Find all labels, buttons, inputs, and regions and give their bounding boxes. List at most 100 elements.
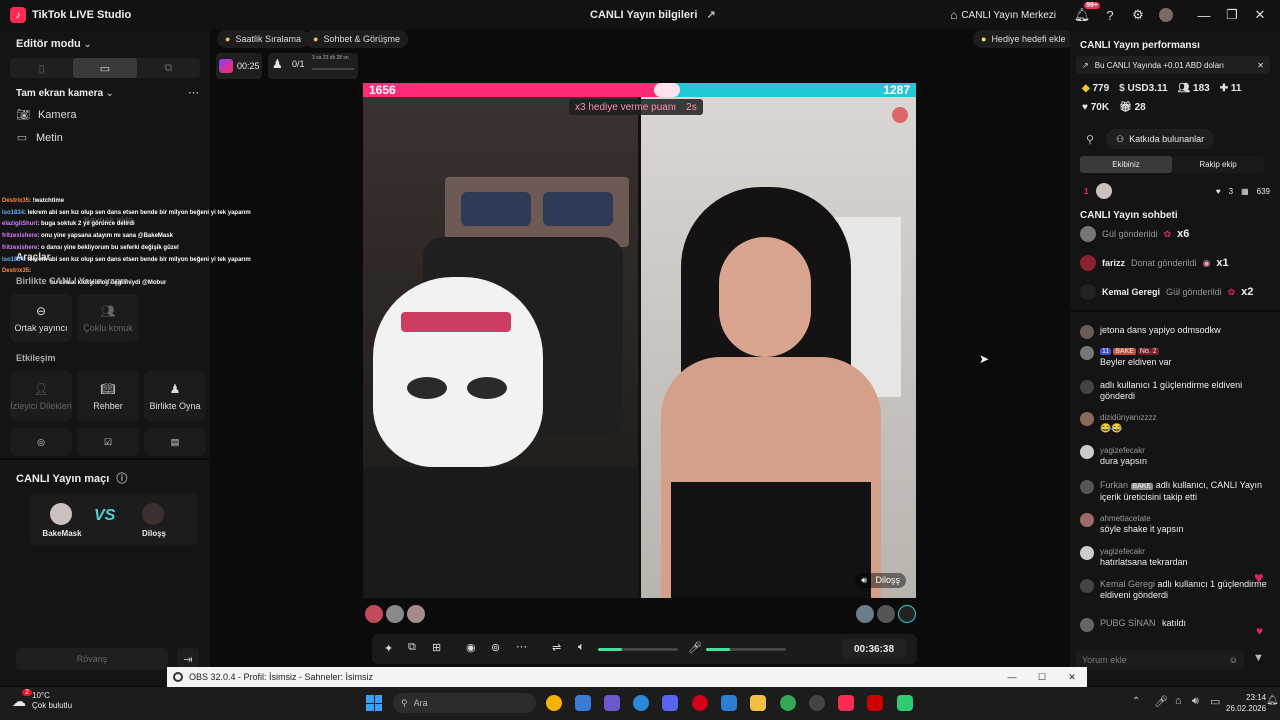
chat-message[interactable]: jetona dans yapiyo odmsodkw <box>1080 325 1275 339</box>
multi-mode-icon[interactable]: ⧉ <box>137 58 200 78</box>
minimize-icon[interactable]: — <box>1190 0 1218 30</box>
sliders-icon[interactable]: ⇌ <box>552 641 561 654</box>
more-icon[interactable]: ⋯ <box>516 640 527 653</box>
obs-icon[interactable] <box>809 695 825 711</box>
source-text[interactable]: ▭ Metin <box>16 131 63 145</box>
store-icon[interactable] <box>575 695 591 711</box>
speaker-volume-slider[interactable] <box>598 648 678 651</box>
notification-icon[interactable]: 🔔︎ <box>1266 695 1279 706</box>
opera-icon[interactable] <box>692 695 708 711</box>
play-together-button[interactable]: ♟ Birlikte Oyna <box>144 371 206 421</box>
maximize-icon[interactable]: ☐ <box>1027 672 1057 683</box>
close-icon[interactable]: ✕ <box>1257 61 1264 70</box>
settings-gear-icon[interactable]: ⚙ <box>1124 0 1152 30</box>
chrome-alt-icon[interactable] <box>780 695 796 711</box>
stream-preview[interactable]: 🔊︎ Diloşş 1656 1287 x3 hediye verme puan… <box>363 83 916 598</box>
tool-more-3[interactable]: ▤ <box>144 428 206 456</box>
chat-meet-button[interactable]: ● Sohbet & Görüşme <box>305 30 408 48</box>
chat-message[interactable]: dizidünyanızzzz 😂😂 <box>1080 412 1275 434</box>
tool-more-1[interactable]: ◎ <box>10 428 72 456</box>
live-info-title[interactable]: CANLI Yayın bilgileri ↗ <box>590 8 716 21</box>
teams-icon[interactable] <box>604 695 620 711</box>
contributor-rank-row[interactable]: 1 ♥ 3 ▦ 639 <box>1084 183 1270 199</box>
app-icon[interactable] <box>897 695 913 711</box>
chat-message[interactable]: Furkan BAKE adlı kullanıcı, CANLI Yayın … <box>1080 480 1275 503</box>
chrome-icon[interactable] <box>546 695 562 711</box>
more-options-icon[interactable]: ⋯ <box>188 86 199 99</box>
network-icon[interactable]: ⌂ <box>1175 695 1182 707</box>
layout-icon[interactable]: ⊞ <box>432 641 441 654</box>
chat-message[interactable]: PUBG SİNAN katıldı <box>1080 618 1275 632</box>
opponent-name-tag[interactable]: 🔊︎ Diloşş <box>855 573 906 588</box>
chat-message[interactable]: Kemal Geregi adlı kullanıcı 1 güçlendirm… <box>1080 579 1275 601</box>
supporter-avatar[interactable] <box>898 605 916 623</box>
help-icon[interactable]: ⓘ <box>116 473 127 485</box>
rematch-button[interactable]: Rövanş <box>16 648 168 670</box>
scene-dropdown[interactable]: Tam ekran kamera ⌄ <box>16 88 113 99</box>
volume-icon[interactable]: 🔊︎ <box>1192 695 1199 708</box>
microphone-icon[interactable]: 🎤︎ <box>1154 695 1168 708</box>
youtube-icon[interactable] <box>867 695 883 711</box>
battery-icon[interactable]: ▭ <box>1210 695 1220 708</box>
comment-input[interactable]: Yorum ekle ☺ <box>1076 649 1244 671</box>
live-center-link[interactable]: CANLI Yayın Merkezi <box>961 10 1056 21</box>
magic-wand-icon[interactable]: ✦ <box>384 642 393 655</box>
tab-rival-team[interactable]: Rakip ekip <box>1172 156 1264 173</box>
user-plus-icon[interactable]: ⚲ <box>1086 133 1094 146</box>
weather-widget[interactable]: ☁ 2 10°C Çok bulutlu <box>12 689 72 711</box>
supporter-avatar[interactable] <box>877 605 895 623</box>
speaker-icon[interactable]: 🔈︎ <box>578 641 585 654</box>
start-button[interactable] <box>366 695 382 711</box>
hourly-ranking-button[interactable]: ● Saatlik Sıralama <box>217 30 309 48</box>
mail-icon[interactable] <box>721 695 737 711</box>
tab-your-team[interactable]: Ekibiniz <box>1080 156 1172 173</box>
clock[interactable]: 23:14 26.02.2026 <box>1226 692 1266 714</box>
discord-icon[interactable] <box>662 695 678 711</box>
supporter-avatar[interactable] <box>365 605 383 623</box>
chat-message[interactable]: ahmettacetate söyle shake it yapsın <box>1080 513 1275 535</box>
chat-message[interactable]: yagizefecakr dura yapsın <box>1080 445 1275 467</box>
close-icon[interactable]: ✕ <box>1057 672 1087 683</box>
chat-message[interactable]: 11 BAKE No. 2 Beyler eldiven var <box>1080 346 1275 368</box>
source-camera[interactable]: 📷︎ Kamera <box>16 108 77 122</box>
microphone-icon[interactable]: 🎤︎ <box>688 641 702 654</box>
folder-icon[interactable] <box>750 695 766 711</box>
viewer-wishes-button[interactable]: 👤︎ İzleyici Dilekleri <box>10 371 72 421</box>
profile-avatar[interactable] <box>1152 0 1180 30</box>
contributors-button[interactable]: ⚇ Katkıda bulunanlar <box>1106 129 1215 149</box>
add-gift-goal-button[interactable]: ● Hediye hedefi ekle <box>973 30 1074 48</box>
chat-message[interactable]: yagizefecakr hatırlatsana tekrardan <box>1080 546 1275 568</box>
share-icon[interactable]: ↗ <box>706 9 715 21</box>
record-icon[interactable]: ◉ <box>466 641 476 654</box>
volume-icon[interactable]: 🔊︎ <box>861 575 867 585</box>
notification-bell-icon[interactable]: 🔔︎ 99+ <box>1068 0 1100 30</box>
guide-button[interactable]: 📖︎ Rehber <box>77 371 139 421</box>
effects-icon[interactable]: ⧉ <box>408 641 416 654</box>
supporter-avatar[interactable] <box>386 605 404 623</box>
close-icon[interactable]: ✕ <box>1246 0 1274 30</box>
supporter-avatar[interactable] <box>407 605 425 623</box>
landscape-mode-icon[interactable]: ▭ <box>73 58 137 78</box>
supporter-avatar[interactable] <box>856 605 874 623</box>
filter-icon[interactable]: ▼ <box>1253 652 1264 664</box>
portrait-mode-icon[interactable]: ▯ <box>10 58 73 78</box>
co-host-button[interactable]: ⊖ Ortak yayıncı <box>10 294 72 342</box>
obs-window-bar[interactable]: OBS 32.0.4 - Profil: İsimsiz - Sahneler:… <box>167 667 1087 687</box>
goal-card[interactable]: ♟ 0/1 3 sa 23 dk 28 sn <box>268 53 358 79</box>
tool-more-2[interactable]: ☑ <box>77 428 139 456</box>
help-icon[interactable]: ? <box>1096 0 1124 30</box>
tiktok-icon[interactable] <box>838 695 854 711</box>
minimize-icon[interactable]: — <box>997 672 1027 682</box>
home-icon[interactable]: ⌂ <box>950 8 957 22</box>
camera-switch-icon[interactable]: ⊚ <box>491 641 500 654</box>
taskbar-search[interactable]: ⚲ Ara <box>393 693 536 713</box>
match-card[interactable]: BakeMask VS Diloşş <box>30 493 198 545</box>
emoji-icon[interactable]: ☺ <box>1229 655 1238 665</box>
mic-volume-slider[interactable] <box>706 648 786 651</box>
chevron-up-icon[interactable]: ⌃ <box>1132 696 1140 707</box>
editor-mode-dropdown[interactable]: Editör modu ⌄ <box>16 38 91 50</box>
maximize-icon[interactable]: ❐ <box>1218 0 1246 30</box>
edge-icon[interactable] <box>633 695 649 711</box>
multi-guest-button[interactable]: 👥︎ Çoklu konuk <box>77 294 139 342</box>
chat-message[interactable]: adlı kullanıcı 1 güçlendirme eldiveni gö… <box>1080 380 1275 402</box>
